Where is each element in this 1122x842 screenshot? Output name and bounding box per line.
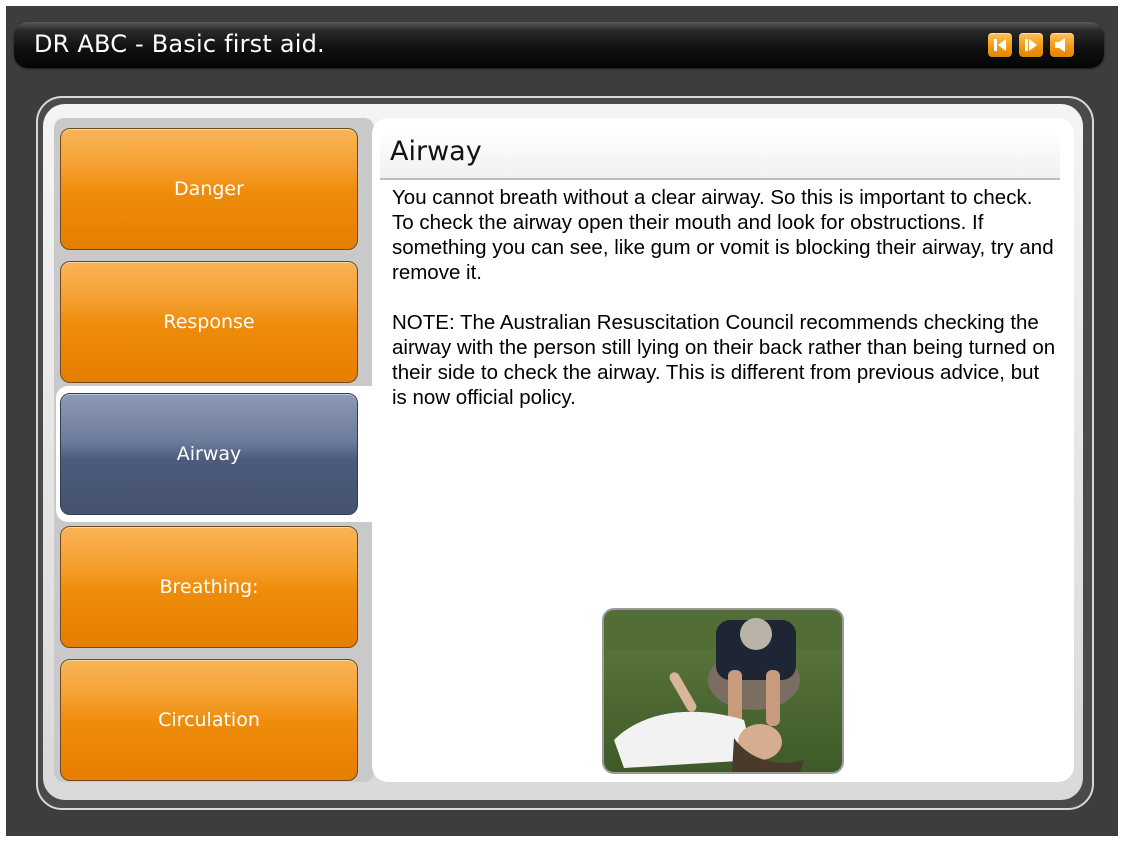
nav-item-label: Circulation — [158, 709, 260, 731]
nav-danger-button[interactable]: Danger — [60, 128, 358, 250]
nav-breathing-button[interactable]: Breathing: — [60, 526, 358, 648]
nav-item-label: Breathing: — [159, 576, 259, 598]
nav-item-label: Response — [163, 311, 255, 333]
nav-circulation-button[interactable]: Circulation — [60, 659, 358, 781]
next-button[interactable] — [1019, 33, 1043, 57]
title-bar: DR ABC - Basic first aid. — [14, 22, 1104, 68]
previous-icon — [994, 39, 1006, 51]
first-aid-photo — [602, 608, 844, 774]
nav-item-label: Danger — [174, 178, 244, 200]
section-heading: Airway — [390, 136, 482, 167]
first-aid-photo-illustration — [604, 610, 842, 772]
section-body: You cannot breath without a clear airway… — [392, 185, 1057, 435]
nav-airway-button[interactable]: Airway — [60, 393, 358, 515]
body-paragraph: You cannot breath without a clear airway… — [392, 186, 1054, 284]
nav-item-label: Airway — [176, 443, 242, 465]
speaker-icon — [1055, 38, 1065, 52]
nav-response-button[interactable]: Response — [60, 261, 358, 383]
body-paragraph: NOTE: The Australian Resuscitation Counc… — [392, 311, 1056, 409]
next-icon — [1025, 39, 1037, 51]
app-title: DR ABC - Basic first aid. — [34, 30, 325, 58]
heading-bar — [380, 128, 1060, 180]
previous-button[interactable] — [988, 33, 1012, 57]
audio-button[interactable] — [1050, 33, 1074, 57]
